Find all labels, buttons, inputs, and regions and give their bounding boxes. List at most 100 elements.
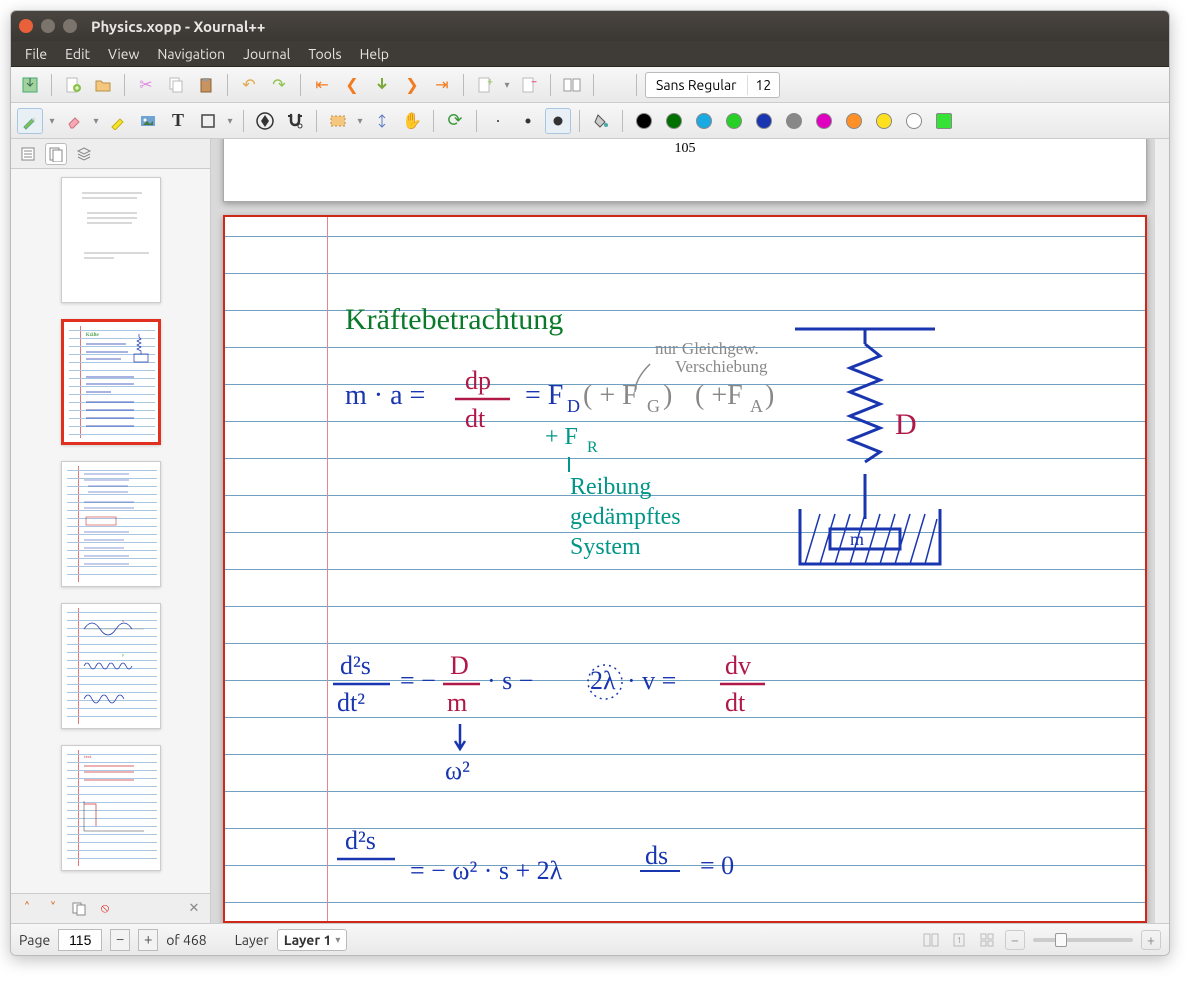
color-green[interactable] — [661, 108, 687, 134]
menu-tools[interactable]: Tools — [300, 44, 349, 64]
sidebar-tab-layers[interactable] — [73, 143, 95, 165]
page-number-input[interactable] — [58, 929, 102, 951]
color-gray[interactable] — [781, 108, 807, 134]
shape-recognizer-button[interactable] — [252, 108, 278, 134]
zoom-page-icon[interactable]: 1 — [949, 930, 969, 950]
thumb-1[interactable] — [61, 177, 161, 303]
menu-edit[interactable]: Edit — [57, 44, 98, 64]
pen-dropdown[interactable]: ▾ — [47, 115, 57, 127]
svg-text:−: − — [531, 76, 537, 88]
body-area: document.write(Array.from({length:14},(_… — [11, 139, 1169, 923]
svg-text:= − ω² · s + 2λ: = − ω² · s + 2λ — [410, 856, 563, 885]
svg-text:d²s: d²s — [345, 826, 376, 855]
layer-selector[interactable]: Layer 1 ▾ — [277, 929, 348, 951]
select-dropdown[interactable]: ▾ — [355, 115, 365, 127]
highlighter-tool[interactable] — [105, 108, 131, 134]
insert-page-dropdown[interactable]: ▾ — [502, 79, 512, 91]
shape-tool[interactable] — [195, 108, 221, 134]
color-blue[interactable] — [751, 108, 777, 134]
pen-tool[interactable] — [17, 108, 43, 134]
shape-dropdown[interactable]: ▾ — [225, 115, 235, 127]
toolbar-main: ✂ ↶ ↷ ⇤ ❮ ❯ ⇥ + ▾ − Sans Regular 12 — [11, 67, 1169, 103]
vertical-space-tool[interactable] — [369, 108, 395, 134]
hand-tool[interactable]: ✋ — [399, 108, 425, 134]
next-page-button[interactable]: ❯ — [399, 72, 425, 98]
thumb-5[interactable]: document.write(Array.from({length:14},(_… — [61, 745, 161, 871]
duplicate-page-button[interactable] — [69, 899, 89, 919]
eq1-den: dt — [465, 404, 486, 433]
thickness-thick[interactable] — [545, 108, 571, 134]
prev-page-button[interactable]: ❮ — [339, 72, 365, 98]
color-lightblue[interactable] — [691, 108, 717, 134]
zoom-page-pair-icon[interactable] — [921, 930, 941, 950]
svg-text:( +F: ( +F — [695, 380, 743, 411]
page-increment[interactable]: + — [138, 929, 158, 951]
reibung-1: Reibung — [570, 474, 651, 500]
close-button[interactable] — [19, 19, 33, 33]
remove-page-button[interactable]: ⦸ — [95, 899, 115, 919]
menu-view[interactable]: View — [100, 44, 147, 64]
page-down-button[interactable]: ˅ — [43, 899, 63, 919]
color-lightgreen[interactable] — [721, 108, 747, 134]
color-white[interactable] — [901, 108, 927, 134]
color-brightgreen[interactable] — [931, 108, 957, 134]
canvas[interactable]: 105 Kräftebetrachtung nur Gleichgew. Ver… — [211, 139, 1169, 923]
undo-button[interactable]: ↶ — [236, 72, 262, 98]
delete-page-button[interactable]: − — [516, 72, 542, 98]
minimize-button[interactable] — [41, 19, 55, 33]
save-button[interactable] — [17, 72, 43, 98]
svg-text:+: + — [487, 76, 493, 88]
first-page-button[interactable]: ⇤ — [309, 72, 335, 98]
color-yellow[interactable] — [871, 108, 897, 134]
thumbnail-panel[interactable]: document.write(Array.from({length:14},(_… — [11, 169, 210, 893]
font-size: 12 — [747, 75, 780, 95]
sidebar-tab-outline[interactable] — [17, 143, 39, 165]
vertical-scrollbar[interactable] — [1155, 139, 1169, 923]
sidebar-tab-thumbs[interactable] — [45, 143, 67, 165]
copy-button[interactable] — [163, 72, 189, 98]
page-up-button[interactable]: ˄ — [17, 899, 37, 919]
select-rect-tool[interactable] — [325, 108, 351, 134]
previous-page-bottom: 105 — [223, 139, 1147, 202]
goto-page-button[interactable] — [369, 72, 395, 98]
menu-help[interactable]: Help — [352, 44, 397, 64]
thickness-medium[interactable] — [515, 108, 541, 134]
text-tool[interactable]: T — [165, 108, 191, 134]
paste-button[interactable] — [193, 72, 219, 98]
image-tool[interactable] — [135, 108, 161, 134]
font-selector[interactable]: Sans Regular 12 — [645, 72, 780, 98]
menu-navigation[interactable]: Navigation — [149, 44, 233, 64]
color-orange[interactable] — [841, 108, 867, 134]
snap-button[interactable] — [282, 108, 308, 134]
menu-journal[interactable]: Journal — [235, 44, 298, 64]
new-page-button[interactable] — [60, 72, 86, 98]
thumb-3[interactable]: document.write(Array.from({length:14},(_… — [61, 461, 161, 587]
reload-button[interactable]: ⟳ — [442, 108, 468, 134]
open-button[interactable] — [90, 72, 116, 98]
color-black[interactable] — [631, 108, 657, 134]
page-decrement[interactable]: − — [110, 929, 130, 951]
thickness-fine[interactable] — [485, 108, 511, 134]
thumb-4[interactable]: document.write(Array.from({length:14},(_… — [61, 603, 161, 729]
thumb-2[interactable]: document.write(Array.from({length:14},(_… — [61, 319, 161, 445]
main-area: 105 Kräftebetrachtung nur Gleichgew. Ver… — [211, 139, 1169, 923]
color-magenta[interactable] — [811, 108, 837, 134]
menu-file[interactable]: File — [17, 44, 55, 64]
zoom-in-button[interactable]: + — [1141, 930, 1161, 950]
zoom-fit-icon[interactable] — [977, 930, 997, 950]
zoom-out-button[interactable]: − — [1005, 930, 1025, 950]
redo-button[interactable]: ↷ — [266, 72, 292, 98]
color-indicator[interactable] — [602, 72, 628, 98]
svg-text:1: 1 — [957, 936, 962, 945]
current-page[interactable]: Kräftebetrachtung nur Gleichgew. Verschi… — [223, 215, 1147, 923]
zoom-slider[interactable] — [1033, 938, 1133, 942]
last-page-button[interactable]: ⇥ — [429, 72, 455, 98]
fill-tool[interactable] — [588, 108, 614, 134]
eraser-tool[interactable] — [61, 108, 87, 134]
cut-button[interactable]: ✂ — [133, 72, 159, 98]
eraser-dropdown[interactable]: ▾ — [91, 115, 101, 127]
maximize-button[interactable] — [63, 19, 77, 33]
insert-page-button[interactable]: + — [472, 72, 498, 98]
close-sidebar-button[interactable]: ✕ — [184, 899, 204, 919]
pair-pages-button[interactable] — [559, 72, 585, 98]
